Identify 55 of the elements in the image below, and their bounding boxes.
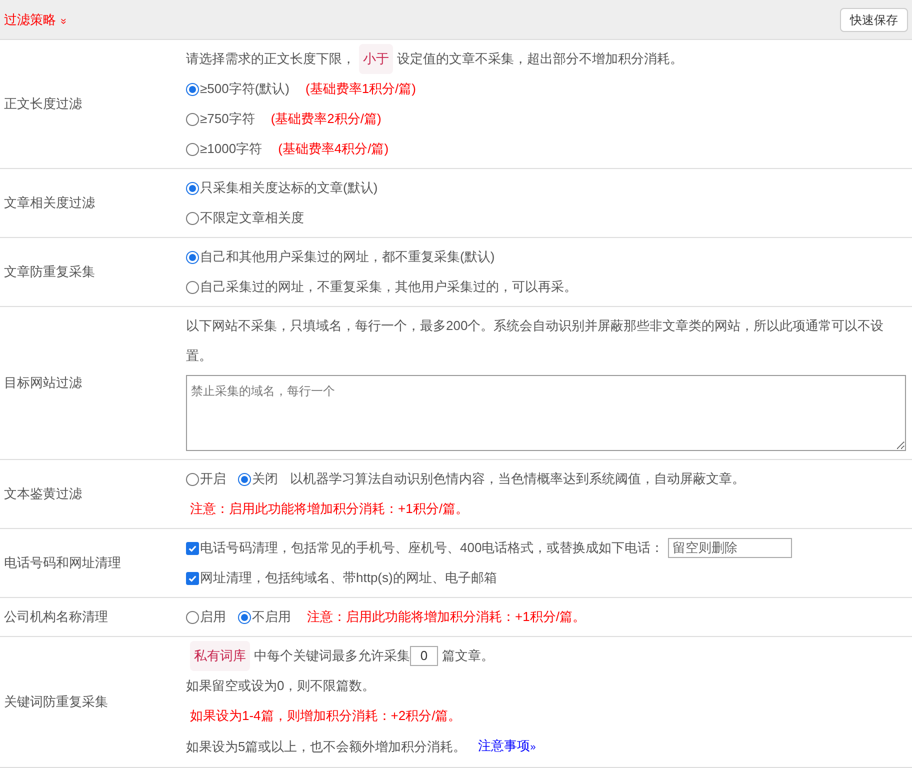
keyword-tag: 私有词库: [190, 641, 250, 671]
radio-button[interactable]: [186, 112, 199, 126]
count-input-field[interactable]: 0: [410, 646, 438, 666]
radio-button[interactable]: [238, 472, 251, 486]
domain-textarea[interactable]: 禁止采集的域名，每行一个: [186, 375, 906, 451]
radio-option[interactable]: ≥500字符(默认): [186, 74, 290, 104]
checkbox[interactable]: [186, 572, 199, 584]
description-text: 中每个关键词最多允许采集: [254, 647, 410, 665]
radio-option[interactable]: 自己和其他用户采集过的网址，都不重复采集(默认): [186, 242, 495, 272]
radio-button[interactable]: [186, 82, 199, 96]
checkbox[interactable]: [186, 542, 199, 554]
row-label: 公司机构名称清理: [4, 608, 108, 626]
keyword-tag: 小于: [359, 44, 393, 74]
radio-option[interactable]: 自己采集过的网址，不重复采集，其他用户采集过的，可以再采。: [186, 272, 577, 302]
radio-option[interactable]: 不启用: [238, 602, 291, 632]
radio-button[interactable]: [186, 182, 199, 194]
radio-option[interactable]: 启用: [186, 602, 226, 632]
warning-text: 注意：启用此功能将增加积分消耗：+1积分/篇。: [190, 500, 468, 518]
row-label: 文本鉴黄过滤: [4, 485, 82, 504]
radio-option[interactable]: 不限定文章相关度: [186, 203, 304, 233]
description-text: 以机器学习算法自动识别色情内容，当色情概率达到系统阈值，自动屏蔽文章。: [290, 470, 745, 488]
warning-text: (基础费率1积分/篇): [305, 80, 416, 98]
warning-text: 注意：启用此功能将增加积分消耗：+1积分/篇。: [307, 608, 586, 626]
radio-option[interactable]: 关闭: [238, 464, 278, 494]
warning-text: 如果设为1-4篇，则增加积分消耗：+2积分/篇。: [190, 707, 462, 725]
save-button[interactable]: 快速保存: [840, 8, 908, 32]
row-label: 电话号码和网址清理: [4, 554, 121, 572]
radio-option[interactable]: 开启: [186, 464, 226, 494]
radio-option[interactable]: ≥750字符: [186, 104, 255, 134]
row-label: 正文长度过滤: [4, 95, 82, 114]
description-text: 以下网站不采集，只填域名，每行一个，最多200个。系统会自动识别并屏蔽那些非文章类的网站，所以此项通常可以不设置。: [186, 317, 885, 365]
phone-input-field[interactable]: 留空则删除: [668, 538, 792, 558]
row-label: 文章相关度过滤: [4, 194, 95, 212]
description-text: 如果设为5篇或以上，也不会额外增加积分消耗。: [186, 738, 466, 756]
radio-option[interactable]: 只采集相关度达标的文章(默认): [186, 173, 378, 203]
radio-button[interactable]: [186, 212, 199, 224]
radio-button[interactable]: [186, 250, 199, 264]
radio-button[interactable]: [186, 142, 199, 156]
checkbox-option[interactable]: 电话号码清理，包括常见的手机号、座机号、400电话格式，或替换成如下电话：: [186, 533, 664, 563]
radio-button[interactable]: [186, 610, 199, 624]
row-label: 文章防重复采集: [4, 263, 95, 282]
notes-link[interactable]: 注意事项»: [478, 731, 536, 763]
checkbox-option[interactable]: 网址清理，包括纯域名、带http(s)的网址、电子邮箱: [186, 563, 497, 593]
warning-text: (基础费率4积分/篇): [278, 140, 389, 158]
radio-button[interactable]: [186, 472, 199, 486]
radio-option[interactable]: ≥1000字符: [186, 134, 262, 164]
description-text: 如果留空或设为0，则不限篇数。: [186, 677, 376, 695]
description-text: 设定值的文章不采集，超出部分不增加积分消耗。: [397, 50, 683, 68]
radio-button[interactable]: [186, 280, 199, 294]
radio-button[interactable]: [238, 610, 251, 624]
description-text: 篇文章。: [442, 647, 494, 665]
description-text: 请选择需求的正文长度下限，: [186, 50, 355, 68]
warning-text: (基础费率2积分/篇): [270, 110, 382, 128]
row-label: 目标网站过滤: [4, 374, 82, 392]
row-label: 关键词防重复采集: [4, 693, 108, 712]
